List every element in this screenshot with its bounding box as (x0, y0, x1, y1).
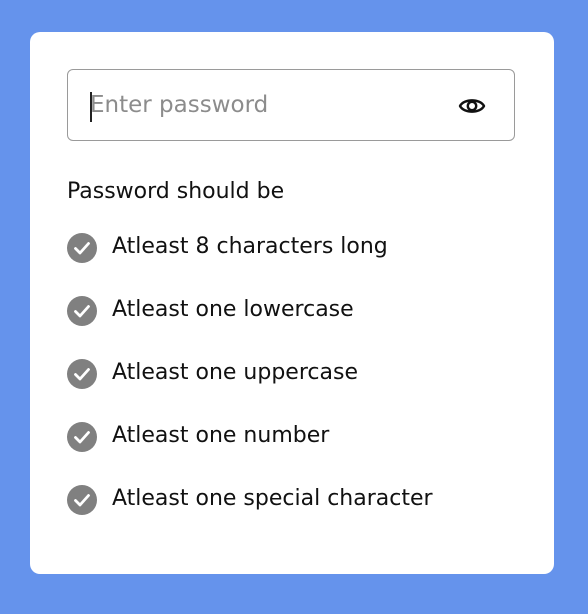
requirement-item: Atleast one special character (67, 482, 433, 545)
requirement-label: Atleast one lowercase (112, 297, 354, 322)
requirements-list: Atleast 8 characters long Atleast one lo… (67, 230, 433, 545)
password-input[interactable] (88, 70, 450, 140)
text-caret (90, 92, 92, 122)
password-field-container[interactable] (67, 69, 515, 141)
password-card: Password should be Atleast 8 characters … (30, 32, 554, 574)
check-circle-icon (67, 233, 97, 263)
requirement-item: Atleast one number (67, 419, 433, 482)
check-circle-icon (67, 485, 97, 515)
requirement-label: Atleast 8 characters long (112, 234, 388, 259)
requirements-heading: Password should be (67, 179, 285, 204)
requirement-label: Atleast one special character (112, 486, 433, 511)
show-password-button[interactable] (457, 93, 487, 119)
check-circle-icon (67, 296, 97, 326)
requirement-item: Atleast 8 characters long (67, 230, 433, 293)
eye-icon (458, 99, 486, 113)
requirement-label: Atleast one uppercase (112, 360, 358, 385)
requirement-item: Atleast one lowercase (67, 293, 433, 356)
requirement-item: Atleast one uppercase (67, 356, 433, 419)
check-circle-icon (67, 422, 97, 452)
check-circle-icon (67, 359, 97, 389)
requirement-label: Atleast one number (112, 423, 330, 448)
